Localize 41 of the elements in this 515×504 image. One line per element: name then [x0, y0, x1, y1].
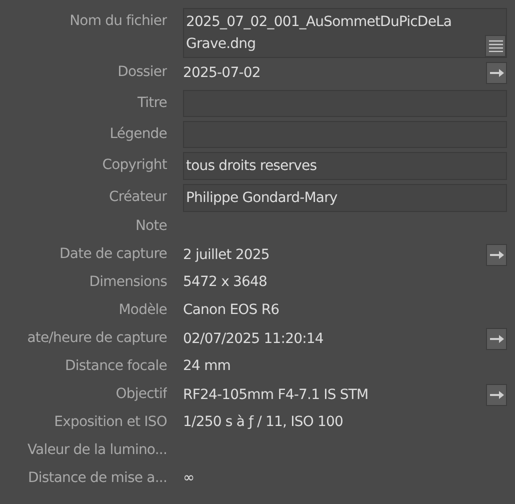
field-label: Copyright [102, 156, 167, 175]
field-value: 5472 x 3648 [183, 273, 268, 292]
field-label: Créateur [109, 188, 167, 207]
field-label: Modèle [118, 301, 167, 320]
field-label: Dimensions [89, 273, 167, 292]
field-label: Nom du fichier [70, 12, 167, 31]
list-icon [488, 40, 502, 52]
field-label: Distance de mise a... [28, 469, 167, 488]
field-label: Légende [110, 125, 167, 144]
field-value: 2 juillet 2025 [183, 246, 270, 264]
field-value: tous droits reserves [186, 157, 317, 176]
field-value: 2025-07-02 [183, 64, 260, 82]
arrow-icon [490, 251, 504, 259]
field-label: Titre [137, 94, 167, 113]
arrow-icon [490, 391, 504, 399]
field-value: 02/07/2025 11:20:14 [183, 330, 324, 348]
field-label: Exposition et ISO [54, 413, 167, 432]
field-label: Note [135, 217, 167, 236]
field-label: Objectif [116, 385, 167, 404]
field-value: 2025_07_02_001_AuSommetDuPicDeLa Grave.dng [186, 13, 453, 54]
go-to-button[interactable] [486, 62, 507, 84]
field-label: Valeur de la lumino... [27, 441, 167, 460]
arrow-icon [490, 69, 504, 77]
field-label: Dossier [118, 63, 167, 82]
field-value: Canon EOS R6 [183, 301, 280, 320]
field-label: ate/heure de capture [27, 329, 167, 348]
text-field[interactable]: tous droits reserves [183, 152, 507, 180]
arrow-icon [490, 335, 504, 343]
field-value: ∞ [183, 469, 194, 488]
field-value: 1/250 s à ƒ / 11, ISO 100 [183, 413, 344, 432]
text-field[interactable]: Philippe Gondard-Mary [183, 184, 507, 212]
field-value: RF24-105mm F4-7.1 IS STM [183, 386, 368, 404]
field-value: 24 mm [183, 357, 231, 376]
go-to-button[interactable] [486, 328, 507, 350]
field-label: Date de capture [60, 245, 167, 264]
go-to-button[interactable] [486, 244, 507, 266]
list-button[interactable] [485, 35, 506, 57]
field-label: Distance focale [65, 357, 167, 376]
text-field[interactable]: 2025_07_02_001_AuSommetDuPicDeLa Grave.dng [183, 8, 507, 58]
field-value: Philippe Gondard-Mary [186, 189, 338, 208]
go-to-button[interactable] [486, 384, 507, 406]
